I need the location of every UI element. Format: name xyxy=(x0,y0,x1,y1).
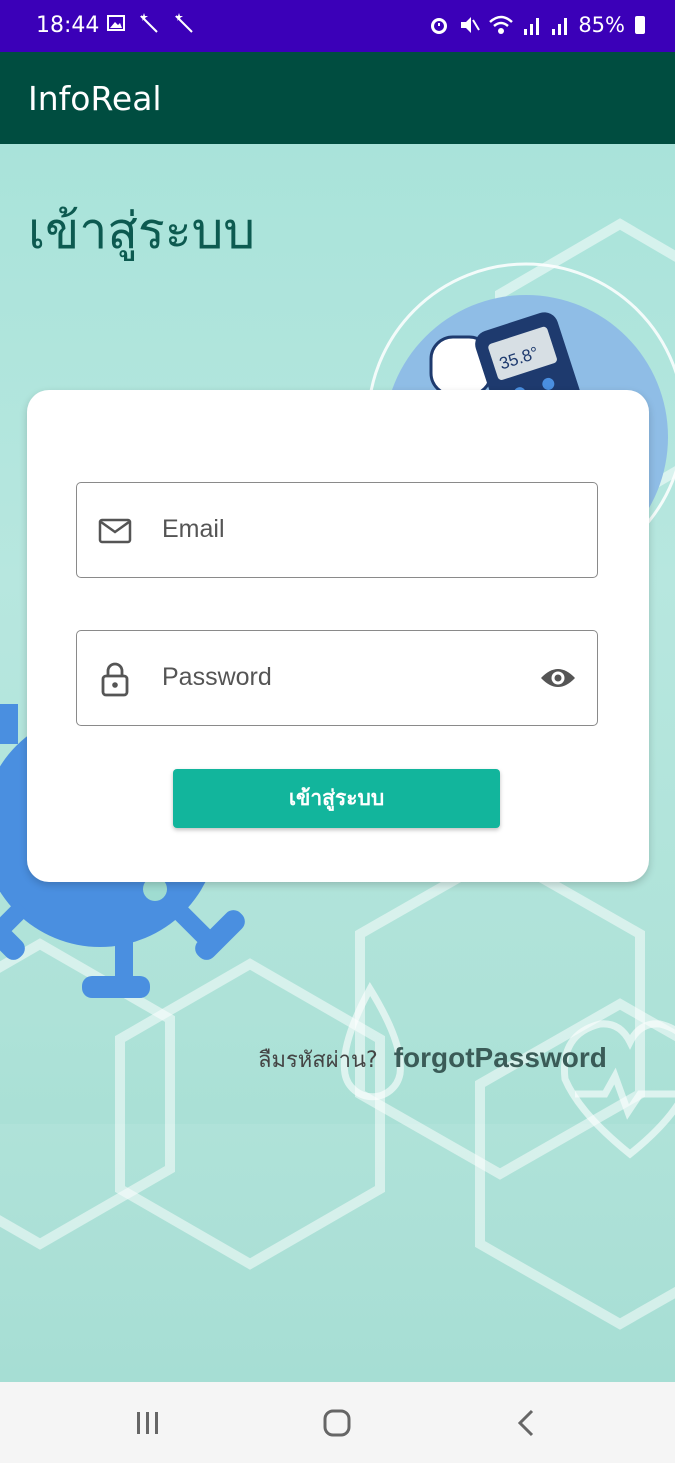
email-field[interactable]: Email xyxy=(76,482,598,578)
magic-wand-icon xyxy=(140,13,159,33)
notification-icons xyxy=(106,13,195,38)
image-icon xyxy=(107,15,125,31)
signal-icon xyxy=(552,18,568,35)
battery-percent: 85% xyxy=(578,13,625,37)
status-time: 18:44 xyxy=(36,13,100,38)
forgot-password-link[interactable]: forgotPassword xyxy=(394,1042,607,1074)
recent-apps-button[interactable] xyxy=(128,1407,168,1439)
login-button[interactable]: เข้าสู่ระบบ xyxy=(173,769,500,828)
app-title: InfoReal xyxy=(28,79,162,118)
login-card: Email Password เข้าสู่ระบบ xyxy=(27,390,649,882)
battery-icon xyxy=(635,16,645,34)
forgot-password-label: ลืมรหัสผ่าน? xyxy=(258,1048,378,1073)
password-placeholder: Password xyxy=(162,663,272,691)
app-bar: InfoReal xyxy=(0,52,675,144)
eye-icon[interactable] xyxy=(539,664,577,692)
login-screen: 35.8° เข้าสู่ระบบ Email Password เข้าสู่… xyxy=(0,144,675,1382)
signal-icon xyxy=(524,18,540,35)
mute-icon xyxy=(461,17,481,33)
alarm-icon xyxy=(431,18,448,34)
mail-icon xyxy=(98,518,132,544)
page-title: เข้าสู่ระบบ xyxy=(28,202,256,260)
home-button[interactable] xyxy=(317,1407,357,1439)
navigation-bar xyxy=(0,1382,675,1463)
email-placeholder: Email xyxy=(162,515,225,543)
magic-wand-icon xyxy=(174,13,193,33)
status-bar: 18:44 85% xyxy=(0,0,675,52)
status-right-icons: 85% xyxy=(428,13,645,37)
password-field[interactable]: Password xyxy=(76,630,598,726)
back-button[interactable] xyxy=(506,1407,546,1439)
wifi-icon xyxy=(489,15,514,34)
forgot-password-row: ลืมรหัสผ่าน? forgotPassword xyxy=(258,1042,607,1077)
lock-icon xyxy=(101,662,129,697)
